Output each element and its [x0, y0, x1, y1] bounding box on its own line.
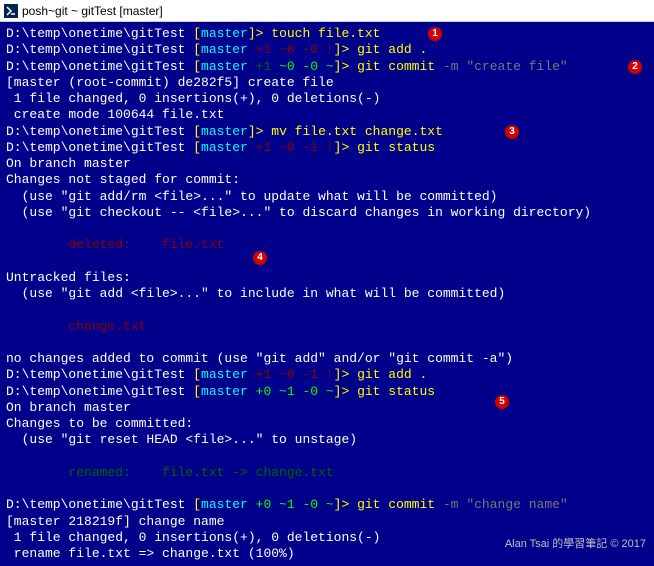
cmd-line: D:\temp\onetime\gitTest [master +1 ~0 -0… — [6, 42, 648, 58]
output-line: Untracked files: — [6, 270, 648, 286]
output-line: Changes to be committed: — [6, 416, 648, 432]
cmd-line: D:\temp\onetime\gitTest [master +1 ~0 -1… — [6, 367, 648, 383]
cmd-line: D:\temp\onetime\gitTest [master +1 ~0 -0… — [6, 59, 648, 75]
output-line: (use "git add <file>..." to include in w… — [6, 286, 648, 302]
annotation-4: 4 — [253, 251, 267, 265]
annotation-3: 3 — [505, 125, 519, 139]
output-line: On branch master — [6, 400, 648, 416]
cmd-line: D:\temp\onetime\gitTest [master +0 ~1 -0… — [6, 384, 648, 400]
output-line — [6, 221, 648, 237]
output-line: (use "git checkout -- <file>..." to disc… — [6, 205, 648, 221]
output-line — [6, 481, 648, 497]
output-line: [master (root-commit) de282f5] create fi… — [6, 75, 648, 91]
output-line — [6, 302, 648, 318]
title-bar: posh~git ~ gitTest [master] — [0, 0, 654, 22]
powershell-icon — [4, 4, 18, 18]
output-line: (use "git add/rm <file>..." to update wh… — [6, 189, 648, 205]
output-line: (use "git reset HEAD <file>..." to unsta… — [6, 432, 648, 448]
window-title: posh~git ~ gitTest [master] — [22, 4, 163, 18]
output-line: On branch master — [6, 156, 648, 172]
output-line: [master 218219f] change name — [6, 514, 648, 530]
annotation-1: 1 — [428, 27, 442, 41]
annotation-2: 2 — [628, 60, 642, 74]
status-untracked: change.txt — [6, 319, 648, 335]
output-line — [6, 449, 648, 465]
status-deleted: deleted: file.txt — [6, 237, 648, 253]
output-line: create mode 100644 file.txt — [6, 107, 648, 123]
cmd-line: D:\temp\onetime\gitTest [master +0 ~1 -0… — [6, 497, 648, 513]
cmd-line: D:\temp\onetime\gitTest [master +1 ~0 -1… — [6, 140, 648, 156]
output-line: 1 file changed, 0 insertions(+), 0 delet… — [6, 91, 648, 107]
output-line — [6, 335, 648, 351]
cmd-line: D:\temp\onetime\gitTest [master]> mv fil… — [6, 124, 648, 140]
status-renamed: renamed: file.txt -> change.txt — [6, 465, 648, 481]
terminal-content[interactable]: D:\temp\onetime\gitTest [master]> touch … — [0, 22, 654, 566]
output-line: Changes not staged for commit: — [6, 172, 648, 188]
annotation-5: 5 — [495, 395, 509, 409]
cmd-line: D:\temp\onetime\gitTest [master]> touch … — [6, 26, 648, 42]
output-line: no changes added to commit (use "git add… — [6, 351, 648, 367]
output-line — [6, 254, 648, 270]
watermark: Alan Tsai 的學習筆記 © 2017 — [505, 535, 646, 551]
